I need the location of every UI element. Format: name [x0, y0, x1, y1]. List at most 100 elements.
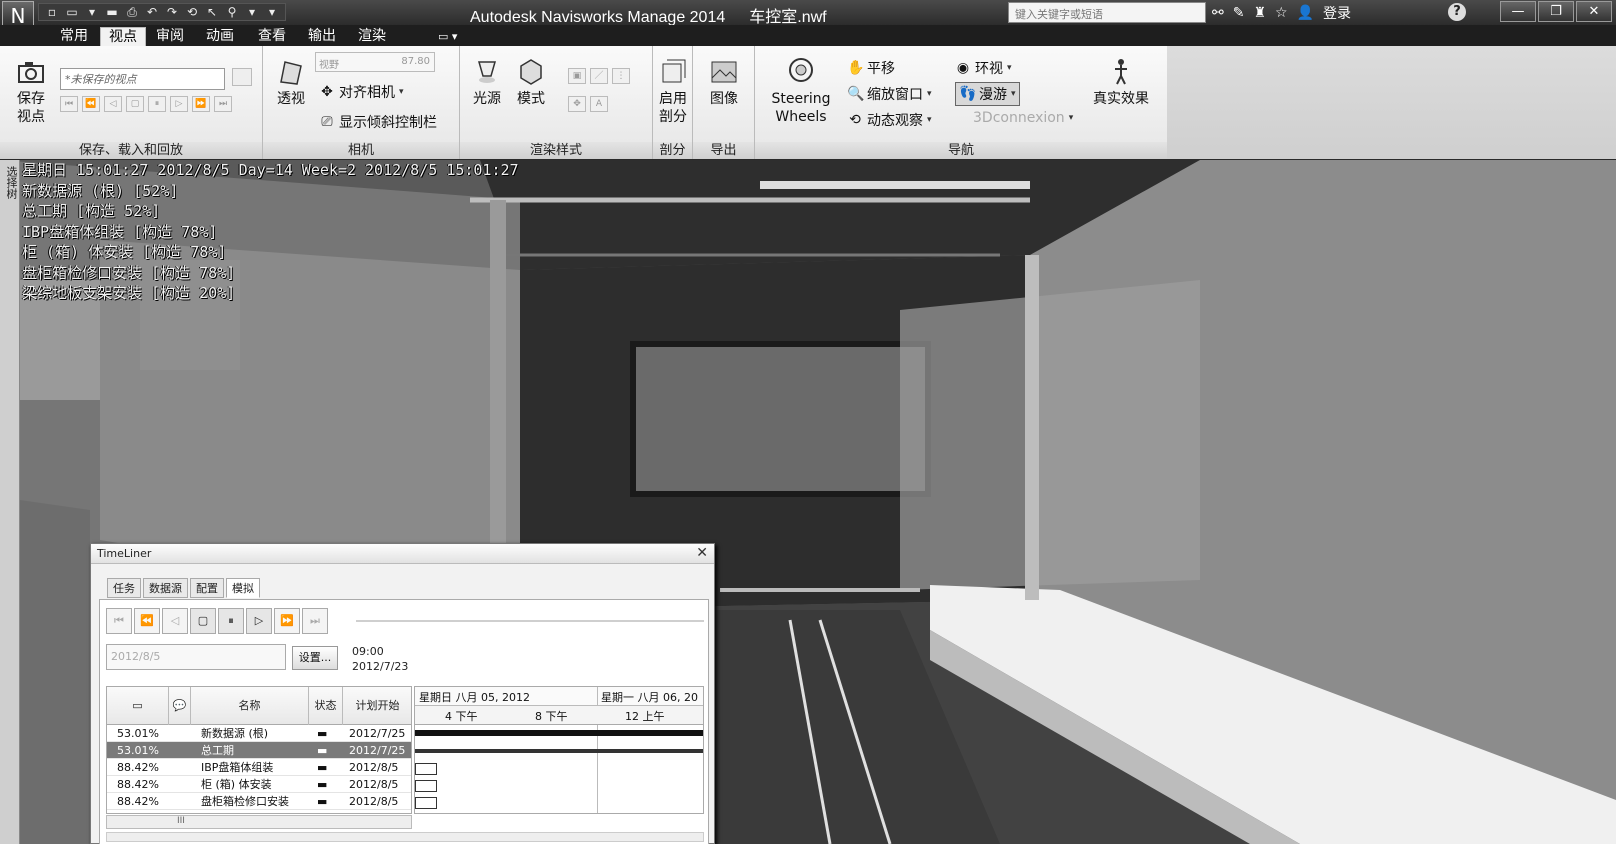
gantt-bar-ibp[interactable]	[415, 763, 437, 775]
play-icon[interactable]: ▷	[246, 608, 272, 634]
step-back-icon[interactable]: ◁	[162, 608, 188, 634]
minimize-button[interactable]: —	[1500, 1, 1536, 22]
help-icon[interactable]: ?	[1448, 3, 1466, 21]
pan-button[interactable]: ✋ 平移	[847, 58, 895, 78]
image-export-button[interactable]: 图像	[701, 56, 747, 108]
binoculars-icon[interactable]: ⚯	[1212, 5, 1224, 21]
walk-button[interactable]: 👣 漫游 ▾	[955, 82, 1020, 106]
wrench-icon[interactable]: ✎	[1233, 5, 1245, 21]
close-icon[interactable]: ✕	[696, 545, 708, 561]
realism-button[interactable]: 真实效果	[1087, 56, 1155, 108]
look-around-button[interactable]: ◉ 环视 ▾	[955, 58, 1012, 78]
camera-save-icon	[18, 62, 44, 83]
save-viewpoint-button[interactable]: 保存视点	[8, 56, 54, 126]
selection-tree-tab[interactable]: 选择树	[0, 160, 20, 844]
stop-icon[interactable]: ▢	[126, 96, 144, 112]
user-icon[interactable]: 👤	[1297, 5, 1314, 21]
qat-button-6[interactable]: ↷	[165, 5, 179, 19]
qat-button-8[interactable]: ↖	[205, 5, 219, 19]
timeliner-tab-1[interactable]: 数据源	[143, 578, 188, 598]
play-icon[interactable]: ▷	[170, 96, 188, 112]
last-icon[interactable]: ⏭	[302, 608, 328, 634]
search-input[interactable]: 键入关键字或短语	[1008, 2, 1206, 23]
stop-icon[interactable]: ▢	[190, 608, 216, 634]
table-horizontal-scrollbar[interactable]: III	[106, 815, 412, 829]
show-tilt-bar-button[interactable]: ⎚ 显示倾斜控制栏	[319, 112, 437, 132]
login-button[interactable]: 登录	[1323, 3, 1351, 23]
gantt-bar-total[interactable]	[415, 749, 703, 753]
close-button[interactable]: ✕	[1576, 1, 1612, 22]
table-row[interactable]: 88.42% 柜 (箱) 体安装 ▬ 2012/8/5	[107, 776, 411, 793]
tab-5[interactable]: 输出	[300, 27, 344, 46]
timeliner-tab-0[interactable]: 任务	[107, 578, 141, 598]
perspective-button[interactable]: 透视	[271, 56, 311, 108]
tab-4[interactable]: 查看	[250, 27, 294, 46]
pause-icon[interactable]: ⏸	[148, 96, 166, 112]
pause-icon[interactable]: ⏸	[218, 608, 244, 634]
col-name-header[interactable]: 名称	[191, 687, 309, 725]
date-field[interactable]: 2012/8/5	[106, 644, 286, 670]
render-full-icon[interactable]: ▣	[568, 68, 586, 84]
gantt-bar-cabinet[interactable]	[415, 780, 437, 792]
fov-field[interactable]: 视野 87.80	[315, 52, 435, 72]
qat-button-2[interactable]: ▾	[85, 5, 99, 19]
maximize-button[interactable]: ❐	[1538, 1, 1574, 22]
qat-button-9[interactable]: ⚲	[225, 5, 239, 19]
first-icon[interactable]: ⏮	[106, 608, 132, 634]
gantt-bar-root[interactable]	[415, 730, 703, 736]
tab-1[interactable]: 视点	[100, 27, 146, 46]
gantt-chart[interactable]: 星期日 八月 05, 2012 星期一 八月 06, 20 4 下午 8 下午 …	[414, 686, 704, 814]
table-row[interactable]: 88.42% 盘柜箱检修口安装 ▬ 2012/8/5	[107, 793, 411, 810]
star-icon[interactable]: ☆	[1275, 5, 1288, 21]
orbit-button[interactable]: ⟲ 动态观察 ▾	[847, 110, 931, 130]
render-snap-icon[interactable]: ✥	[568, 96, 586, 112]
tab-6[interactable]: 渲染	[350, 27, 394, 46]
tab-2[interactable]: 审阅	[148, 27, 192, 46]
table-row[interactable]: 88.42% IBP盘箱体组装 ▬ 2012/8/5	[107, 759, 411, 776]
rewind-icon[interactable]: ⏪	[134, 608, 160, 634]
steering-wheels-button[interactable]: Steering Wheels	[761, 56, 841, 126]
ribbon-display-toggle[interactable]: ▭ ▾	[430, 27, 465, 46]
timeline-slider[interactable]	[356, 620, 704, 622]
table-row[interactable]: 53.01% 新数据源 (根) ▬ 2012/7/25	[107, 725, 411, 742]
render-text-icon[interactable]: A	[590, 96, 608, 112]
mode-button[interactable]: 模式	[510, 56, 552, 108]
3dconnexion-button[interactable]: 3Dconnexion ▾	[973, 110, 1073, 126]
qat-button-7[interactable]: ⟲	[185, 5, 199, 19]
timeliner-tab-3[interactable]: 模拟	[226, 578, 260, 598]
prev-icon[interactable]: ◁	[104, 96, 122, 112]
col-start-header[interactable]: 计划开始	[343, 687, 411, 725]
pen-icon[interactable]: ♜	[1253, 5, 1266, 21]
qat-button-3[interactable]: ▬	[105, 5, 119, 19]
qat-button-1[interactable]: ▭	[65, 5, 79, 19]
qat-button-5[interactable]: ↶	[145, 5, 159, 19]
viewpoint-combo[interactable]: *未保存的视点	[60, 68, 225, 90]
qat-button-0[interactable]: ▫	[45, 5, 59, 19]
tab-3[interactable]: 动画	[198, 27, 242, 46]
enable-sectioning-button[interactable]: 启用剖分	[655, 56, 691, 126]
first-icon[interactable]: ⏮	[60, 96, 78, 112]
col-status-header[interactable]: 状态	[309, 687, 343, 725]
step-forward-icon[interactable]: ⏩	[274, 608, 300, 634]
tab-0[interactable]: 常用	[52, 27, 96, 46]
qat-button-10[interactable]: ▾	[245, 5, 259, 19]
align-camera-button[interactable]: ✥ 对齐相机 ▾	[319, 82, 403, 102]
timeliner-tab-2[interactable]: 配置	[190, 578, 224, 598]
zoom-window-button[interactable]: 🔍 缩放窗口 ▾	[847, 84, 932, 104]
settings-button[interactable]: 设置...	[292, 646, 338, 670]
last-icon[interactable]: ⏭	[214, 96, 232, 112]
gantt-bar-inspection[interactable]	[415, 797, 437, 809]
render-point-icon[interactable]: ⋮	[612, 68, 630, 84]
qat-button-4[interactable]: ⎙	[125, 5, 139, 20]
col-comment-header[interactable]: 💬	[169, 687, 191, 725]
qat-button-11[interactable]: ▾	[265, 5, 279, 19]
table-row[interactable]: 53.01% 总工期 ▬ 2012/7/25	[107, 742, 411, 759]
viewpoint-options-icon[interactable]	[232, 68, 252, 86]
gantt-horizontal-scrollbar[interactable]	[106, 832, 704, 842]
render-line-icon[interactable]: ／	[590, 68, 608, 84]
forward-icon[interactable]: ⏩	[192, 96, 210, 112]
col-progress-header[interactable]: ▭	[107, 687, 169, 725]
back-icon[interactable]: ⏪	[82, 96, 100, 112]
light-button[interactable]: 光源	[466, 56, 508, 108]
cell-status: ▬	[317, 778, 328, 791]
